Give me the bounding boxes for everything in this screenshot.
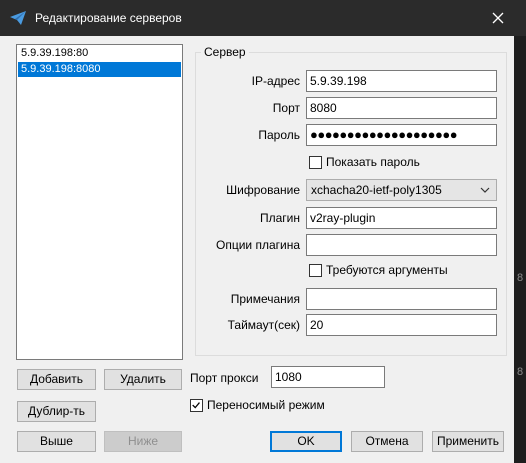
apply-button[interactable]: Применить: [432, 431, 504, 452]
checkmark-icon: [192, 402, 200, 409]
proxy-port-input[interactable]: 1080: [271, 366, 385, 388]
password-label: Пароль: [258, 128, 300, 142]
port-label: Порт: [272, 101, 300, 115]
paper-plane-icon: [10, 11, 26, 25]
list-item[interactable]: 5.9.39.198:80: [18, 46, 181, 61]
server-group-title: Сервер: [201, 45, 249, 59]
timeout-input[interactable]: 20: [306, 314, 497, 336]
ip-input[interactable]: 5.9.39.198: [306, 70, 497, 92]
requires-args-label: Требуются аргументы: [326, 263, 448, 277]
notes-input[interactable]: [306, 288, 497, 310]
portable-mode-label: Переносимый режим: [207, 398, 325, 412]
plugin-label: Плагин: [259, 211, 300, 225]
ok-button[interactable]: OK: [270, 431, 342, 452]
ip-label: IP-адрес: [251, 74, 300, 88]
proxy-port-label: Порт прокси: [190, 371, 259, 385]
list-item-selected[interactable]: 5.9.39.198:8080: [18, 62, 181, 77]
port-input[interactable]: 8080: [306, 97, 497, 119]
encryption-select-value: xchacha20-ietf-poly1305: [311, 183, 442, 197]
server-list[interactable]: 5.9.39.198:80 5.9.39.198:8080: [16, 44, 183, 360]
delete-button[interactable]: Удалить: [104, 369, 182, 390]
title-bar: Редактирование серверов: [0, 0, 526, 36]
encryption-select[interactable]: xchacha20-ietf-poly1305: [306, 179, 497, 201]
password-input[interactable]: ●●●●●●●●●●●●●●●●●●●●: [306, 124, 497, 146]
chevron-down-icon: [480, 187, 490, 193]
add-button[interactable]: Добавить: [17, 369, 96, 390]
duplicate-button[interactable]: Дублир-ть: [17, 401, 96, 422]
plugin-options-input[interactable]: [306, 234, 497, 256]
cancel-button[interactable]: Отмена: [351, 431, 423, 452]
background-text: 8: [517, 366, 524, 378]
show-password-checkbox[interactable]: [309, 156, 322, 169]
encryption-label: Шифрование: [226, 183, 300, 197]
window-title: Редактирование серверов: [35, 11, 182, 25]
background-window-edge: 8 8: [514, 36, 526, 463]
plugin-input[interactable]: v2ray-plugin: [306, 207, 497, 229]
requires-args-checkbox[interactable]: [309, 264, 322, 277]
move-down-button: Ниже: [104, 431, 182, 452]
timeout-label: Таймаут(сек): [227, 318, 300, 332]
notes-label: Примечания: [230, 292, 300, 306]
portable-mode-checkbox[interactable]: [190, 399, 203, 412]
plugin-options-label: Опции плагина: [216, 238, 300, 252]
background-text: 8: [517, 272, 524, 284]
close-icon[interactable]: [486, 6, 510, 30]
move-up-button[interactable]: Выше: [17, 431, 96, 452]
show-password-label: Показать пароль: [326, 155, 420, 169]
